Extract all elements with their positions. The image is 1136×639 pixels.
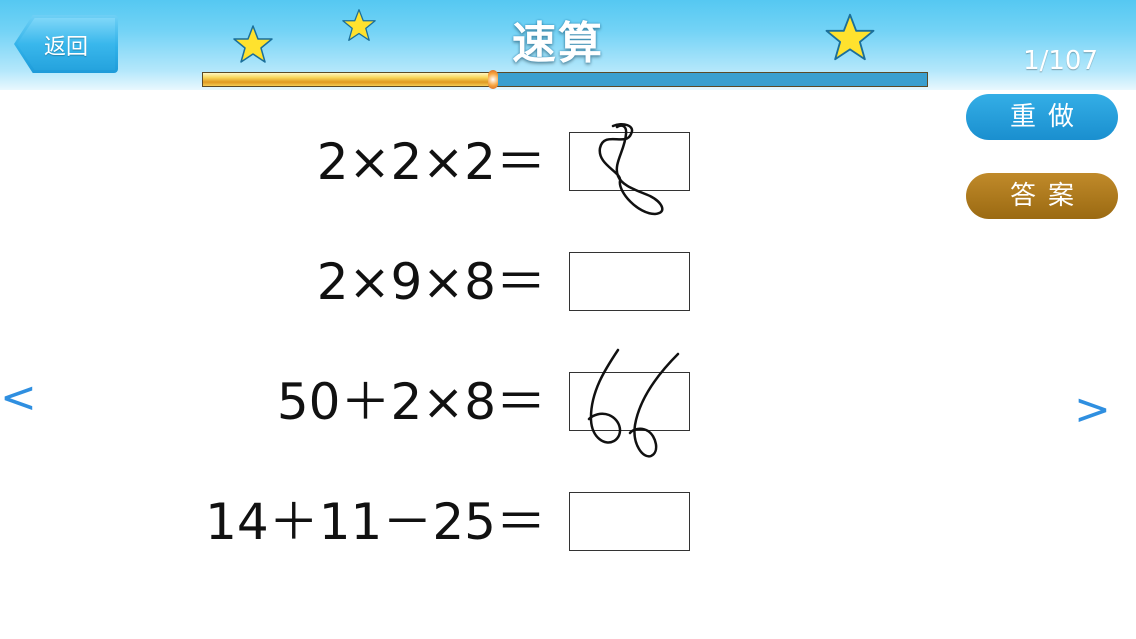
page-title: 速算 (512, 18, 604, 69)
chevron-right-icon[interactable]: > (1074, 388, 1111, 432)
answer-box[interactable] (569, 492, 690, 551)
answer-box[interactable] (569, 252, 690, 311)
answer-button[interactable]: 答案 (966, 173, 1118, 219)
header-bar: 返回 速算 1/107 (0, 0, 1136, 90)
answer-box[interactable] (569, 372, 690, 431)
answer-box[interactable] (569, 132, 690, 191)
star-icon (342, 9, 376, 41)
progress-fill (203, 73, 493, 86)
redo-button[interactable]: 重做 (966, 94, 1118, 140)
problem-expression: 14＋11－25＝ (205, 493, 546, 551)
question-counter: 1/107 (1023, 46, 1098, 76)
chevron-left-icon[interactable]: < (0, 376, 37, 420)
progress-bar[interactable] (202, 70, 928, 89)
problem-expression: 2×9×8＝ (316, 253, 546, 311)
back-button-label: 返回 (44, 35, 89, 60)
progress-handle[interactable] (487, 70, 498, 89)
back-button[interactable]: 返回 (14, 15, 118, 73)
star-icon (233, 25, 273, 63)
problem-expression: 2×2×2＝ (316, 133, 546, 191)
star-icon (825, 13, 875, 61)
problem-expression: 50＋2×8＝ (276, 373, 546, 431)
